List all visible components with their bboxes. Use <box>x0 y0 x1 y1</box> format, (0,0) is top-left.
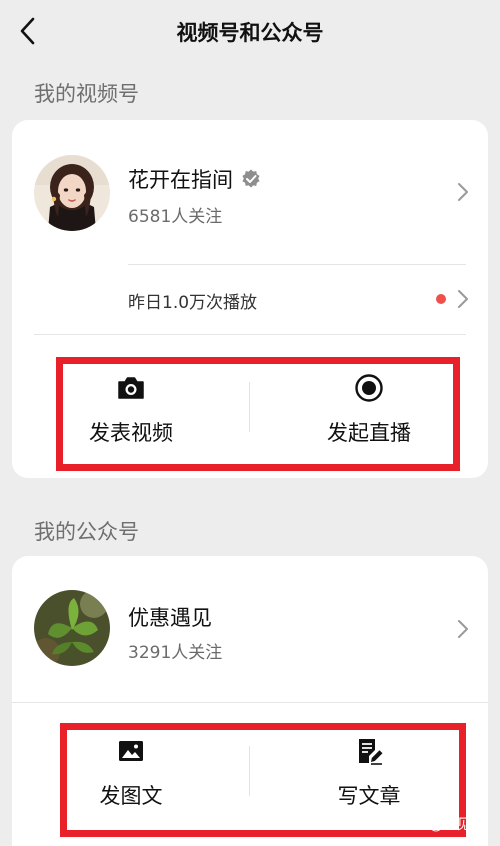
account-name-row[interactable]: 优惠遇见 <box>128 602 212 632</box>
account-name-row[interactable]: 花开在指间 <box>128 164 261 194</box>
page: 视频号和公众号 我的视频号 花开在指间 6581人关注 昨日1.0万次播放 发表… <box>0 0 500 846</box>
avatar[interactable] <box>34 590 110 666</box>
highlight-box <box>56 357 460 471</box>
section-label-channels: 我的视频号 <box>34 82 139 106</box>
followers-count: 3291人关注 <box>128 643 223 663</box>
divider <box>12 702 488 703</box>
chevron-right-icon[interactable] <box>456 288 470 310</box>
watermark: 知乎 @遇见yh <box>396 817 488 833</box>
avatar[interactable] <box>34 155 110 231</box>
play-stats: 昨日1.0万次播放 <box>128 293 258 313</box>
section-label-official: 我的公众号 <box>34 520 139 544</box>
verified-badge-icon <box>242 169 260 188</box>
page-title: 视频号和公众号 <box>176 21 324 45</box>
chevron-right-icon[interactable] <box>456 181 470 203</box>
account-name: 花开在指间 <box>128 168 233 192</box>
divider <box>128 264 466 265</box>
account-name: 优惠遇见 <box>128 606 212 630</box>
followers-count: 6581人关注 <box>128 207 223 227</box>
divider <box>34 334 466 335</box>
nav-header: 视频号和公众号 <box>0 0 500 62</box>
new-dot-badge <box>436 294 446 304</box>
chevron-right-icon[interactable] <box>456 618 470 640</box>
